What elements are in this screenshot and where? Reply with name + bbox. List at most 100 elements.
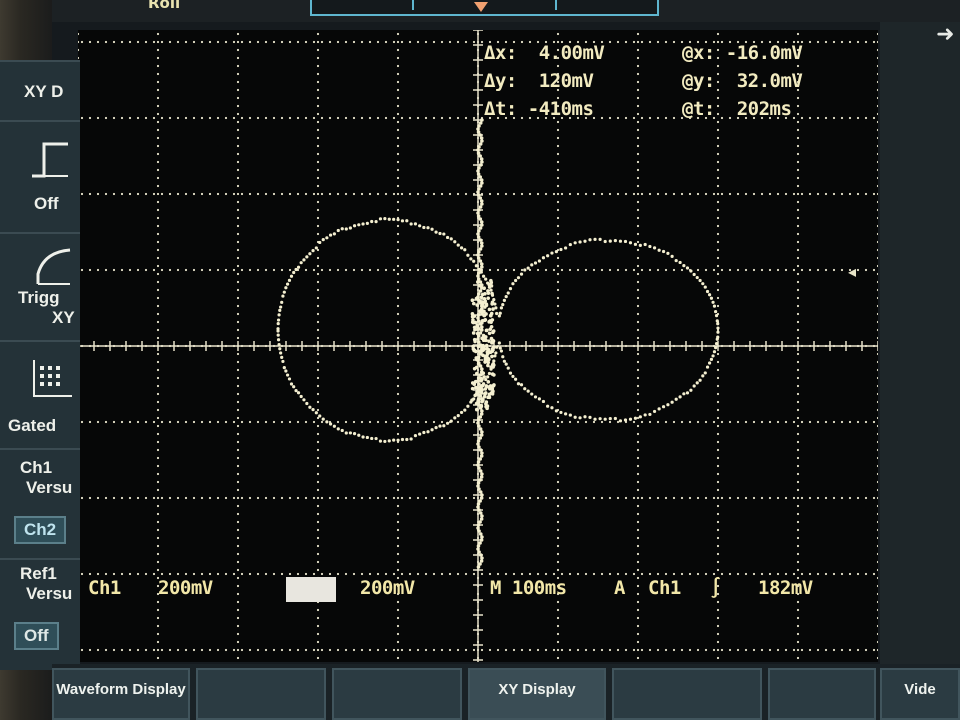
trace-point bbox=[302, 398, 305, 401]
trace-point bbox=[280, 301, 283, 304]
trace-point bbox=[710, 297, 713, 300]
grid-dot bbox=[849, 41, 851, 43]
grid-dot bbox=[297, 497, 299, 499]
grid-dot bbox=[617, 41, 619, 43]
grid-dot bbox=[637, 569, 639, 571]
trace-point bbox=[490, 355, 494, 359]
grid-dot bbox=[633, 649, 635, 651]
trace-point bbox=[460, 246, 463, 249]
grid-dot bbox=[717, 209, 719, 211]
grid-dot bbox=[397, 553, 399, 555]
grid-dot bbox=[717, 545, 719, 547]
trigger-level-marker-icon: ◂ bbox=[848, 262, 856, 281]
bottom-button-3[interactable] bbox=[332, 668, 462, 720]
grid-dot bbox=[321, 117, 323, 119]
grid-dot bbox=[257, 193, 259, 195]
grid-dot bbox=[397, 169, 399, 171]
grid-dot bbox=[289, 269, 291, 271]
grid-dot bbox=[233, 193, 235, 195]
bottom-button-xy-display[interactable]: XY Display bbox=[468, 668, 606, 720]
grid-dot bbox=[557, 425, 559, 427]
grid-dot bbox=[713, 193, 715, 195]
grid-dot bbox=[609, 649, 611, 651]
trace-point bbox=[477, 508, 481, 512]
grid-dot bbox=[637, 113, 639, 115]
grid-dot bbox=[449, 193, 451, 195]
bottom-button-6[interactable] bbox=[768, 668, 876, 720]
side-button-ch1-versus[interactable]: Ch1 Versu Ch2 bbox=[0, 448, 80, 558]
grid-dot bbox=[557, 641, 559, 643]
timebase: M 100ms bbox=[490, 577, 567, 599]
grid-dot bbox=[801, 193, 803, 195]
grid-dot bbox=[593, 421, 595, 423]
grid-dot bbox=[257, 649, 259, 651]
grid-dot bbox=[865, 269, 867, 271]
grid-dot bbox=[793, 269, 795, 271]
side-button-gated[interactable]: Gated bbox=[0, 340, 80, 448]
grid-dot bbox=[441, 117, 443, 119]
bottom-button-2[interactable] bbox=[196, 668, 326, 720]
grid-dot bbox=[777, 649, 779, 651]
bottom-button-waveform-display[interactable]: Waveform Display bbox=[52, 668, 190, 720]
grid-dot bbox=[237, 225, 239, 227]
grid-dot bbox=[797, 569, 799, 571]
grid-dot bbox=[397, 233, 399, 235]
trace-point bbox=[405, 438, 408, 441]
trace-point bbox=[476, 127, 480, 131]
grid-dot bbox=[797, 425, 799, 427]
grid-dot bbox=[797, 401, 799, 403]
grid-dot bbox=[401, 497, 403, 499]
grid-dot bbox=[193, 193, 195, 195]
trace-point bbox=[658, 249, 661, 252]
trace-point bbox=[527, 390, 530, 393]
side-button-ref1-label: Ref1 bbox=[20, 564, 57, 584]
grid-dot bbox=[397, 193, 399, 195]
grid-dot bbox=[401, 117, 403, 119]
trace-point bbox=[629, 241, 632, 244]
grid-dot bbox=[217, 573, 219, 575]
trace-point bbox=[481, 398, 485, 402]
trace-point bbox=[477, 424, 481, 428]
oscilloscope-screen[interactable]: Δx: 4.00mV Δy: 120mV Δt: -410ms @x: -16.… bbox=[78, 30, 878, 662]
trace-point bbox=[438, 232, 441, 235]
grid-dot bbox=[237, 601, 239, 603]
side-button-ch2-selection[interactable]: Ch2 bbox=[14, 516, 66, 544]
side-button-triggered-xy[interactable]: Trigg XY bbox=[0, 232, 80, 340]
trace-point bbox=[482, 286, 486, 290]
grid-dot bbox=[717, 265, 719, 267]
side-button-ref1-off[interactable]: Off bbox=[14, 622, 59, 650]
grid-dot bbox=[237, 401, 239, 403]
grid-dot bbox=[137, 193, 139, 195]
grid-dot bbox=[225, 573, 227, 575]
grid-dot bbox=[317, 441, 319, 443]
bottom-button-video[interactable]: Vide bbox=[880, 668, 960, 720]
trace-point bbox=[629, 418, 632, 421]
grid-dot bbox=[157, 169, 159, 171]
grid-dot bbox=[557, 121, 559, 123]
grid-dot bbox=[717, 617, 719, 619]
grid-dot bbox=[317, 185, 319, 187]
grid-dot bbox=[397, 89, 399, 91]
grid-dot bbox=[317, 649, 319, 651]
side-button-off[interactable]: Off bbox=[0, 120, 80, 232]
grid-dot bbox=[637, 233, 639, 235]
side-button-ref1-versus[interactable]: Ref1 Versu Off bbox=[0, 558, 80, 670]
bottom-button-5[interactable] bbox=[612, 668, 762, 720]
grid-dot bbox=[157, 425, 159, 427]
grid-dot bbox=[397, 201, 399, 203]
grid-dot bbox=[681, 497, 683, 499]
trace-point bbox=[297, 391, 300, 394]
grid-dot bbox=[281, 573, 283, 575]
grid-dot bbox=[557, 433, 559, 435]
grid-dot bbox=[317, 273, 319, 275]
trace-point bbox=[422, 226, 425, 229]
grid-dot bbox=[569, 497, 571, 499]
grid-dot bbox=[397, 257, 399, 259]
trace-point bbox=[716, 322, 719, 325]
grid-dot bbox=[793, 573, 795, 575]
grid-dot bbox=[577, 573, 579, 575]
grid-dot bbox=[513, 193, 515, 195]
grid-dot bbox=[417, 41, 419, 43]
trace-point bbox=[538, 259, 541, 262]
trace-point bbox=[471, 387, 475, 391]
